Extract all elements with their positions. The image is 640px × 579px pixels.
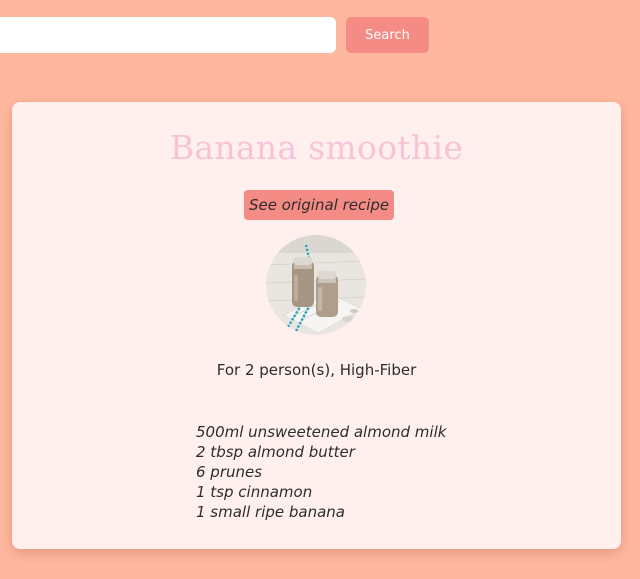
recipe-title: Banana smoothie: [169, 128, 464, 167]
search-button[interactable]: Search: [346, 17, 429, 53]
ingredient-item: 500ml unsweetened almond milk: [196, 423, 447, 441]
ingredient-item: 2 tbsp almond butter: [196, 443, 355, 461]
ingredient-item: 6 prunes: [196, 463, 263, 481]
ingredient-item: 1 tsp cinnamon: [196, 483, 313, 501]
smoothie-bottles-picture: [266, 235, 366, 335]
see-original-recipe-link[interactable]: See original recipe: [244, 190, 395, 220]
recipe-image: [266, 235, 366, 335]
search-bar: Search: [0, 17, 640, 53]
servings-info: For 2 person(s), High-Fiber: [216, 361, 417, 379]
search-input[interactable]: [0, 17, 336, 53]
ingredient-list: 500ml unsweetened almond milk 2 tbsp alm…: [196, 422, 446, 522]
ingredient-item: 1 small ripe banana: [196, 503, 345, 521]
recipe-card: Banana smoothie See original recipe For …: [12, 102, 621, 549]
